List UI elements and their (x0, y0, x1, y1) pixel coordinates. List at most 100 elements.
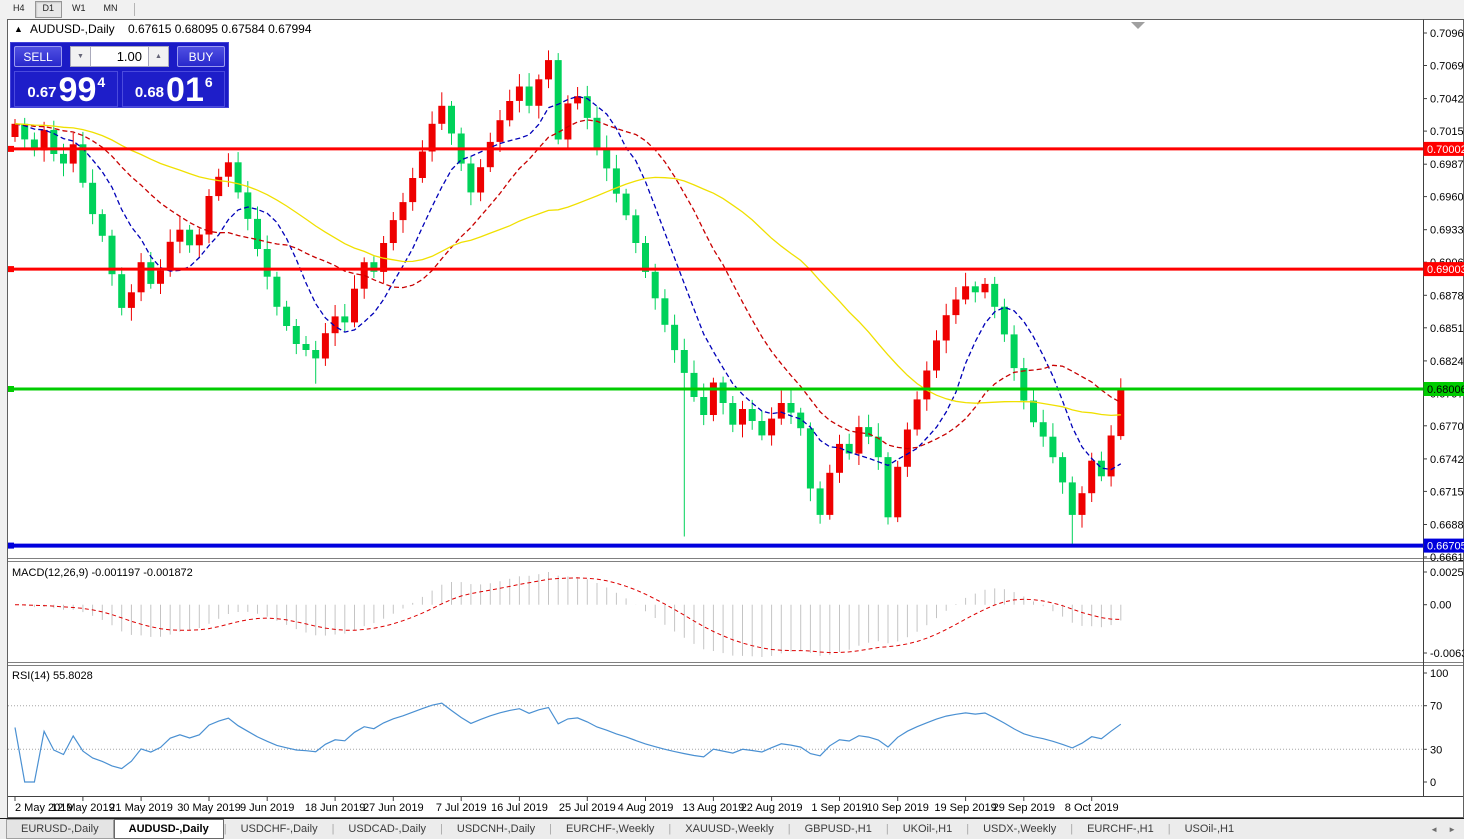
chart-tab-eurusd-daily[interactable]: EURUSD-,Daily (6, 819, 114, 839)
line-anchor-marker (8, 266, 14, 272)
candle-body (1011, 334, 1018, 368)
candle-body (962, 286, 969, 299)
candle-body (361, 262, 368, 289)
sell-price-big-digits: 99 (59, 75, 97, 105)
sell-price-display[interactable]: 0.67 99 4 (14, 71, 118, 107)
candle-body (312, 350, 319, 358)
candle-body (613, 168, 620, 193)
candle-body (206, 196, 213, 235)
chart-tab-audusd-daily[interactable]: AUDUSD-,Daily (114, 819, 224, 839)
chart-tab-usdx-weekly[interactable]: USDX-,Weekly (969, 819, 1070, 839)
macd-indicator-label: MACD(12,26,9) -0.001197 -0.001872 (12, 567, 193, 579)
candle-body (89, 183, 96, 214)
chart-tab-xauusd-weekly[interactable]: XAUUSD-,Weekly (671, 819, 787, 839)
chart-tab-eurchf-weekly[interactable]: EURCHF-,Weekly (552, 819, 668, 839)
candle-body (244, 192, 251, 219)
date-tick-label: 9 Jun 2019 (240, 802, 294, 814)
price-tick-label: 0.68515 (1430, 323, 1464, 335)
chart-collapse-icon[interactable]: ▲ (14, 24, 23, 34)
price-tick-label: 0.66610 (1430, 552, 1464, 564)
candle-body (390, 220, 397, 243)
tab-scroll-arrows: ◄► (1430, 819, 1464, 839)
chart-tab-usoil-h1[interactable]: USOil-,H1 (1171, 819, 1249, 839)
price-tick-label: 0.69330 (1430, 225, 1464, 237)
chart-tab-usdcnh-daily[interactable]: USDCNH-,Daily (443, 819, 549, 839)
candle-body (875, 437, 882, 458)
candle-body (526, 87, 533, 106)
candle-body (1040, 422, 1047, 436)
candle-body (972, 286, 979, 292)
candle-body (885, 457, 892, 517)
buy-button[interactable]: BUY (177, 46, 225, 67)
candle-body (351, 289, 358, 323)
candle-body (661, 298, 668, 325)
candle-body (914, 399, 921, 429)
candle-body (991, 284, 998, 307)
price-badge-label: 0.66705 (1427, 541, 1464, 553)
candle-body (623, 194, 630, 216)
chart-tab-gbpusd-h1[interactable]: GBPUSD-,H1 (791, 819, 886, 839)
one-click-trading-panel: SELL ▼ 1.00 ▲ BUY 0.67 99 4 0.68 01 6 (10, 42, 229, 108)
price-tick-label: 0.69875 (1430, 159, 1464, 171)
candle-body (894, 467, 901, 518)
candle-body (720, 383, 727, 404)
timeframe-button-h4[interactable]: H4 (5, 1, 33, 18)
candle-body (477, 167, 484, 192)
candle-body (564, 103, 571, 139)
candle-body (982, 284, 989, 292)
rsi-axis-label: 0 (1430, 777, 1436, 789)
price-tick-label: 0.70150 (1430, 126, 1464, 138)
price-tick-label: 0.70695 (1430, 61, 1464, 73)
tab-scroll-left-icon[interactable]: ◄ (1430, 825, 1438, 834)
date-tick-label: 13 Aug 2019 (683, 802, 745, 814)
candle-body (817, 488, 824, 515)
macd-axis-label: 0.00 (1430, 600, 1451, 612)
candle-body (118, 274, 125, 308)
chart-tab-ukoil-h1[interactable]: UKOil-,H1 (889, 819, 967, 839)
candle-body (303, 344, 310, 350)
rsi-axis-label: 100 (1430, 668, 1448, 680)
chart-tab-usdcad-daily[interactable]: USDCAD-,Daily (334, 819, 440, 839)
timeframe-button-mn[interactable]: MN (96, 1, 126, 18)
candle-body (497, 120, 504, 142)
volume-increase-button[interactable]: ▲ (148, 46, 169, 67)
candle-body (400, 202, 407, 220)
candle-body (671, 325, 678, 350)
volume-input[interactable]: 1.00 (91, 46, 148, 67)
candle-body (506, 101, 513, 120)
line-anchor-marker (8, 386, 14, 392)
chart-tab-usdchf-daily[interactable]: USDCHF-,Daily (227, 819, 332, 839)
candle-body (652, 272, 659, 299)
candle-body (41, 130, 48, 151)
candle-body (826, 473, 833, 515)
candle-body (429, 124, 436, 152)
date-tick-label: 4 Aug 2019 (618, 802, 674, 814)
tab-scroll-right-icon[interactable]: ► (1448, 825, 1456, 834)
chart-title: AUDUSD-,Daily (30, 22, 115, 36)
candle-body (516, 87, 523, 101)
candle-body (283, 307, 290, 326)
date-tick-label: 1 Sep 2019 (811, 802, 867, 814)
chart-plot-area[interactable]: 0.709650.706950.704200.701500.698750.696… (0, 0, 1464, 839)
price-tick-label: 0.70965 (1430, 28, 1464, 40)
volume-decrease-button[interactable]: ▼ (70, 46, 91, 67)
sell-button[interactable]: SELL (14, 46, 62, 67)
timeframe-button-d1[interactable]: D1 (35, 1, 63, 18)
price-tick-label: 0.68240 (1430, 356, 1464, 368)
line-anchor-marker (8, 543, 14, 549)
timeframe-button-w1[interactable]: W1 (64, 1, 94, 18)
date-tick-label: 22 Aug 2019 (741, 802, 803, 814)
candle-body (293, 326, 300, 344)
candle-body (1069, 482, 1076, 515)
price-tick-label: 0.67425 (1430, 454, 1464, 466)
candle-body (235, 162, 242, 192)
candle-body (254, 219, 261, 249)
price-badge-label: 0.69003 (1427, 264, 1464, 276)
date-tick-label: 29 Sep 2019 (993, 802, 1055, 814)
chart-tab-eurchf-h1[interactable]: EURCHF-,H1 (1073, 819, 1168, 839)
buy-price-display[interactable]: 0.68 01 6 (122, 71, 226, 107)
price-tick-label: 0.70420 (1430, 94, 1464, 106)
candle-body (739, 409, 746, 425)
macd-axis-label: 0.002574 (1430, 567, 1464, 579)
candle-body (691, 373, 698, 397)
